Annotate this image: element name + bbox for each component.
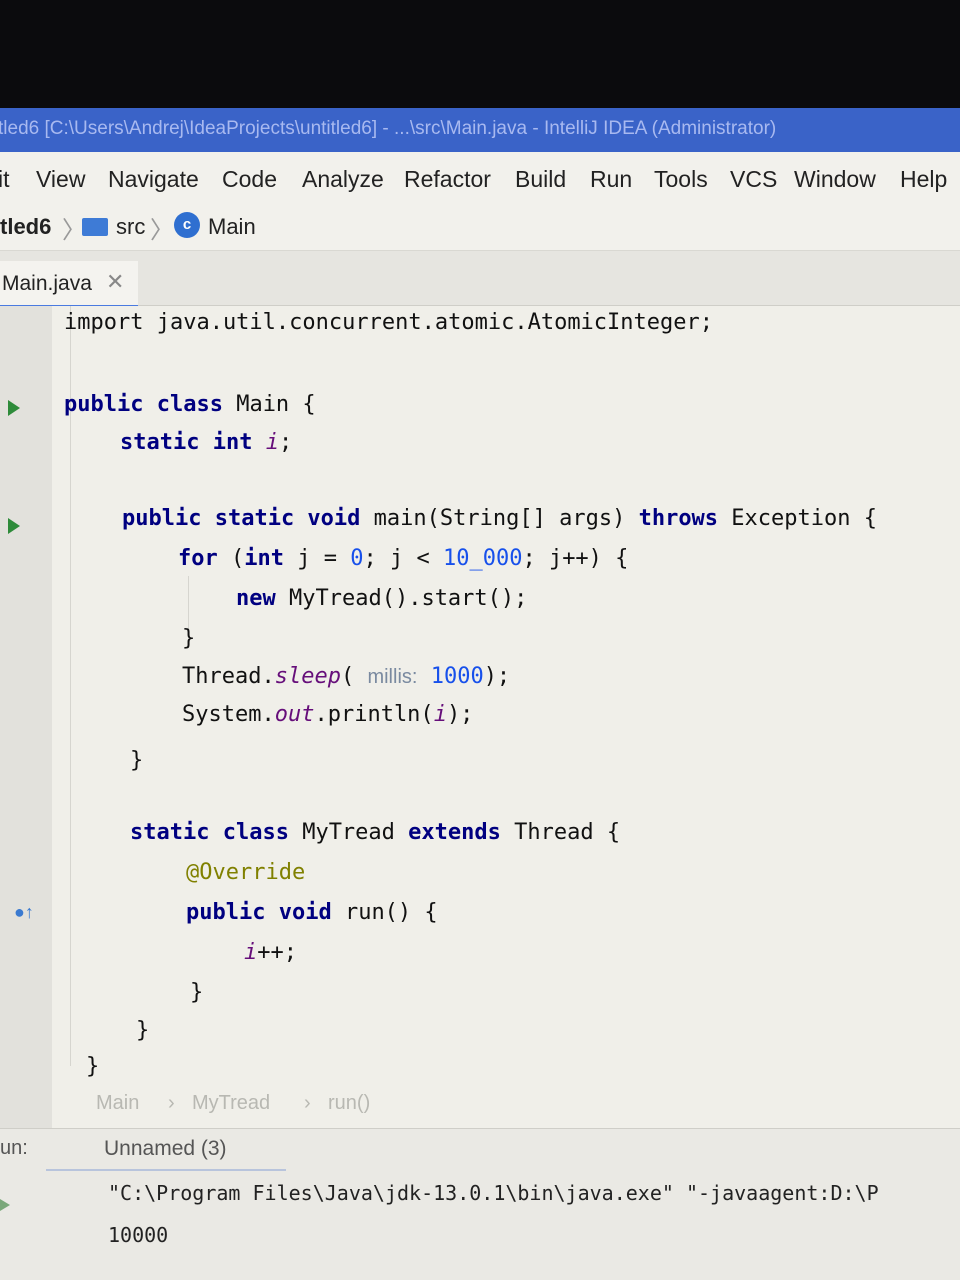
breadcrumb-mytread[interactable]: MyTread bbox=[192, 1092, 270, 1115]
menu-help[interactable]: Help bbox=[900, 166, 947, 193]
editor-tab-bar: Main.java ✕ bbox=[0, 251, 960, 309]
navigation-bar: tled6 〉 src 〉 c Main bbox=[0, 200, 960, 251]
run-config-tab[interactable]: Unnamed (3) bbox=[104, 1137, 227, 1161]
menu-bar: it View Navigate Code Analyze Refactor B… bbox=[0, 152, 960, 200]
console-command: "C:\Program Files\Java\jdk-13.0.1\bin\ja… bbox=[108, 1181, 879, 1205]
code-line: i++; bbox=[244, 940, 297, 965]
menu-build[interactable]: Build bbox=[515, 166, 566, 193]
tab-main-java[interactable]: Main.java ✕ bbox=[0, 261, 138, 309]
chevron-right-icon: 〉 bbox=[150, 217, 174, 244]
code-line: } bbox=[182, 626, 196, 651]
code-line: public static void main(String[] args) t… bbox=[122, 506, 878, 531]
code-line: Thread.sleep( millis: 1000); bbox=[182, 664, 511, 689]
menu-window[interactable]: Window bbox=[794, 166, 876, 193]
console-output: 10000 bbox=[108, 1223, 169, 1247]
code-line: System.out.println(i); bbox=[182, 702, 474, 727]
nav-class-main[interactable]: Main bbox=[208, 214, 256, 240]
nav-folder-src[interactable]: src bbox=[116, 214, 145, 240]
run-tool-window: un: Unnamed (3) "C:\Program Files\Java\j… bbox=[0, 1128, 960, 1280]
code-line: } bbox=[136, 1018, 150, 1043]
param-hint: millis: bbox=[367, 666, 418, 688]
editor-gutter: ●↑ bbox=[0, 306, 64, 1186]
code-line: @Override bbox=[186, 860, 306, 885]
code-breadcrumb: Main › MyTread › run() bbox=[0, 1086, 960, 1126]
folder-icon bbox=[82, 218, 108, 236]
menu-run[interactable]: Run bbox=[590, 166, 632, 193]
close-icon[interactable]: ✕ bbox=[106, 269, 124, 295]
code-line: public class Main { bbox=[64, 392, 316, 417]
window-title: tled6 [C:\Users\Andrej\IdeaProjects\unti… bbox=[0, 118, 777, 139]
code-line: static class MyTread extends Thread { bbox=[130, 820, 621, 845]
run-class-icon[interactable] bbox=[8, 400, 20, 416]
menu-view[interactable]: View bbox=[36, 166, 85, 193]
title-bar: tled6 [C:\Users\Andrej\IdeaProjects\unti… bbox=[0, 108, 960, 152]
menu-tools[interactable]: Tools bbox=[654, 166, 708, 193]
menu-vcs[interactable]: VCS bbox=[730, 166, 777, 193]
code-line: } bbox=[130, 748, 144, 773]
nav-project[interactable]: tled6 bbox=[0, 214, 51, 240]
tab-label: Main.java bbox=[2, 272, 92, 295]
indent-guide bbox=[70, 306, 71, 1066]
code-line: for (int j = 0; j < 10_000; j++) { bbox=[178, 546, 629, 571]
breadcrumb-run[interactable]: run() bbox=[328, 1092, 370, 1115]
ide-window: tled6 [C:\Users\Andrej\IdeaProjects\unti… bbox=[0, 108, 960, 1280]
chevron-right-icon: › bbox=[168, 1092, 175, 1114]
run-method-icon[interactable] bbox=[8, 518, 20, 534]
class-icon: c bbox=[174, 212, 200, 238]
menu-code[interactable]: Code bbox=[222, 166, 277, 193]
breadcrumb-main[interactable]: Main bbox=[96, 1092, 139, 1115]
rerun-icon[interactable] bbox=[0, 1199, 10, 1211]
code-editor[interactable]: import java.util.concurrent.atomic.Atomi… bbox=[52, 306, 960, 1186]
code-line: } bbox=[190, 980, 204, 1005]
code-line: public void run() { bbox=[186, 900, 438, 925]
menu-analyze[interactable]: Analyze bbox=[302, 166, 384, 193]
code-line: import java.util.concurrent.atomic.Atomi… bbox=[64, 310, 714, 335]
code-line: new MyTread().start(); bbox=[236, 586, 528, 611]
run-panel-label: un: bbox=[0, 1137, 28, 1159]
menu-refactor[interactable]: Refactor bbox=[404, 166, 491, 193]
tab-underline bbox=[46, 1169, 286, 1171]
chevron-right-icon: › bbox=[304, 1092, 311, 1114]
code-line: } bbox=[86, 1054, 100, 1079]
menu-edit[interactable]: it bbox=[0, 166, 10, 193]
override-icon[interactable]: ●↑ bbox=[14, 902, 34, 923]
code-line: static int i; bbox=[120, 430, 293, 455]
menu-navigate[interactable]: Navigate bbox=[108, 166, 199, 193]
